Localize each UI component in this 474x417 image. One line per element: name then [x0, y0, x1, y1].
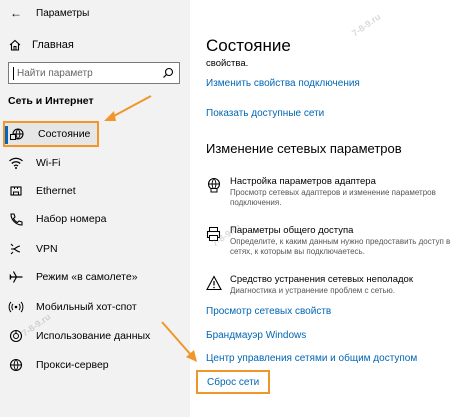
search-icon[interactable]	[162, 67, 174, 79]
section-title: Изменение сетевых параметров	[206, 141, 402, 156]
sidebar-item-label: VPN	[36, 243, 58, 255]
sidebar-item-airplane[interactable]: Режим «в самолете»	[0, 265, 190, 289]
sidebar-item-wifi[interactable]: Wi-Fi	[0, 151, 190, 175]
sidebar-item-label: Состояние	[38, 128, 91, 140]
sidebar-item-vpn[interactable]: VPN	[0, 237, 190, 261]
group-title: Сеть и Интернет	[8, 95, 94, 107]
option-title: Параметры общего доступа	[230, 225, 354, 236]
sidebar: ← Параметры Главная Найти параметр Сеть …	[0, 0, 190, 417]
sharing-options-option[interactable]: Параметры общего доступа Определите, к к…	[206, 225, 470, 257]
page-title: Состояние	[206, 36, 291, 55]
troubleshooter-option[interactable]: Средство устранения сетевых неполадок Ди…	[206, 274, 470, 296]
dialup-phone-icon	[10, 213, 23, 226]
windows-firewall-link[interactable]: Брандмауэр Windows	[206, 330, 306, 341]
sidebar-item-label: Использование данных	[36, 330, 151, 342]
search-placeholder: Найти параметр	[17, 67, 93, 79]
sidebar-item-dialup[interactable]: Набор номера	[0, 207, 190, 231]
option-text: Средство устранения сетевых неполадок Ди…	[230, 274, 413, 296]
wifi-icon	[9, 157, 23, 169]
search-box[interactable]: Найти параметр	[8, 62, 180, 84]
view-network-properties-link[interactable]: Просмотр сетевых свойств	[206, 306, 331, 317]
option-description: Диагностика и устранение проблем с сетью…	[230, 286, 395, 295]
window-title: Параметры	[36, 7, 90, 19]
main-content: Состояние свойства. Изменить свойства по…	[190, 0, 474, 417]
option-title: Средство устранения сетевых неполадок	[230, 274, 413, 285]
vpn-icon	[10, 243, 21, 255]
network-reset-link[interactable]: Сброс сети	[196, 370, 270, 394]
option-description: Просмотр сетевых адаптеров и изменение п…	[230, 188, 436, 207]
sidebar-item-label: Прокси-сервер	[36, 359, 109, 371]
sidebar-item-hotspot[interactable]: Мобильный хот-спот	[0, 295, 190, 319]
selection-indicator	[5, 126, 8, 144]
airplane-icon	[9, 271, 23, 283]
warning-icon	[206, 275, 222, 291]
sidebar-item-label: Режим «в самолете»	[36, 271, 138, 283]
globe-icon	[9, 358, 23, 372]
adapter-globe-icon	[207, 177, 221, 193]
home-link[interactable]: Главная	[8, 38, 74, 52]
sidebar-item-label: Wi-Fi	[36, 157, 61, 169]
option-text: Настройка параметров адаптера Просмотр с…	[230, 176, 470, 208]
option-description: Определите, к каким данным нужно предост…	[230, 237, 451, 256]
option-title: Настройка параметров адаптера	[230, 176, 376, 187]
adapter-settings-option[interactable]: Настройка параметров адаптера Просмотр с…	[206, 176, 470, 208]
ethernet-icon	[10, 186, 22, 196]
home-icon	[9, 39, 21, 51]
change-connection-properties-link[interactable]: Изменить свойства подключения	[206, 78, 360, 89]
sidebar-item-label: Мобильный хот-спот	[36, 301, 137, 313]
hotspot-icon	[8, 301, 24, 313]
status-globe-icon	[10, 128, 24, 140]
home-label: Главная	[32, 39, 74, 51]
sidebar-item-proxy[interactable]: Прокси-сервер	[0, 353, 190, 377]
back-arrow-icon[interactable]: ←	[10, 6, 24, 20]
sidebar-item-label: Набор номера	[36, 213, 107, 225]
sidebar-item-ethernet[interactable]: Ethernet	[0, 179, 190, 203]
network-sharing-center-link[interactable]: Центр управления сетями и общим доступом	[206, 353, 417, 364]
option-text: Параметры общего доступа Определите, к к…	[230, 225, 470, 257]
show-available-networks-link[interactable]: Показать доступные сети	[206, 108, 324, 119]
truncated-text: свойства.	[206, 58, 249, 69]
sidebar-item-label: Ethernet	[36, 185, 76, 197]
sidebar-item-status[interactable]: Состояние	[3, 121, 99, 147]
window-title-bar: ← Параметры	[10, 6, 89, 20]
